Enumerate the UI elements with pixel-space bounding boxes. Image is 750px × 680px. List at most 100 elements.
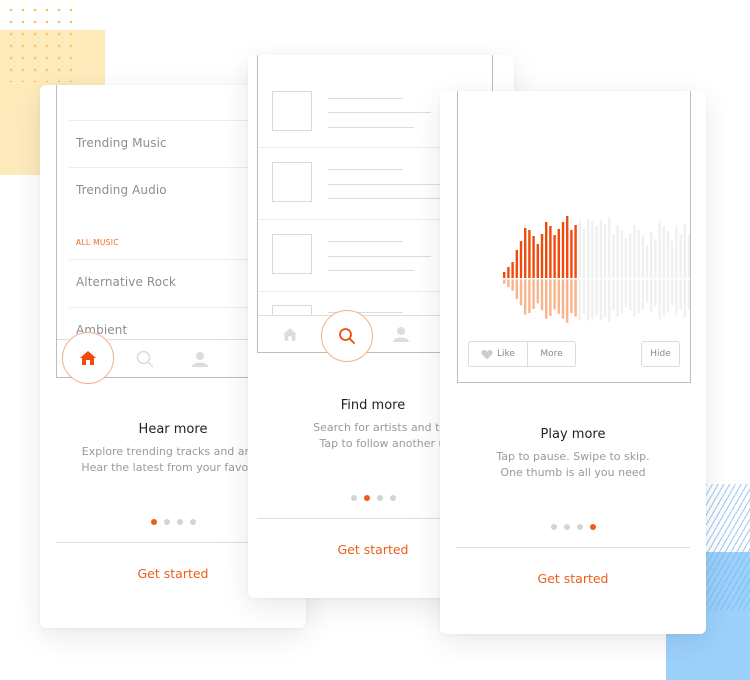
- waveform-bar: [679, 234, 682, 278]
- waveform-reflection-played: [566, 279, 569, 323]
- like-button[interactable]: Like: [468, 341, 528, 367]
- more-label: More: [540, 349, 563, 359]
- page-dot[interactable]: [550, 524, 557, 530]
- tab-profile[interactable]: [376, 316, 426, 352]
- waveform-bar: [599, 220, 602, 278]
- user-icon: [192, 351, 208, 367]
- page-dot-active[interactable]: [589, 524, 596, 530]
- page-dot[interactable]: [389, 495, 396, 501]
- waveform-bar-played: [553, 235, 556, 278]
- waveform-bar: [616, 225, 619, 278]
- page-dot[interactable]: [163, 519, 170, 525]
- waveform-reflection: [679, 279, 682, 311]
- waveform-reflection: [650, 279, 653, 312]
- list-item-alternative-rock[interactable]: Alternative Rock: [76, 275, 176, 289]
- tab-home[interactable]: [265, 316, 315, 352]
- list-item-trending-music[interactable]: Trending Music: [76, 136, 167, 150]
- waveform-bar-played: [574, 225, 577, 278]
- page-dot[interactable]: [376, 495, 383, 501]
- waveform-reflection-played: [561, 279, 565, 319]
- waveform-reflection-played: [570, 279, 573, 314]
- search-icon: [136, 350, 154, 367]
- heart-icon: [481, 349, 493, 359]
- waveform-reflection: [654, 279, 657, 307]
- waveform-reflection-played: [553, 279, 556, 310]
- waveform-bar: [666, 231, 670, 278]
- waveform-reflection: [587, 279, 590, 321]
- like-label: Like: [497, 349, 515, 359]
- waveform-bar: [641, 235, 644, 278]
- waveform-reflection-played: [524, 279, 527, 315]
- waveform-bar-played: [536, 244, 539, 278]
- waveform-reflection-played: [507, 279, 510, 288]
- waveform-bar: [603, 224, 607, 278]
- waveform-bar: [671, 241, 674, 278]
- placeholder-line: [328, 198, 448, 199]
- page-dot[interactable]: [189, 519, 196, 525]
- waveform-reflection: [591, 279, 594, 320]
- waveform-reflection: [637, 279, 640, 314]
- active-tab-highlight[interactable]: [62, 332, 114, 384]
- page-dot[interactable]: [576, 524, 583, 530]
- hide-label: Hide: [650, 349, 671, 359]
- waveform-bar: [629, 234, 632, 278]
- waveform-reflection: [608, 279, 611, 323]
- result-thumbnail[interactable]: [272, 162, 312, 202]
- tab-profile[interactable]: [175, 340, 225, 377]
- waveform-reflection: [578, 279, 581, 321]
- waveform-reflection: [599, 279, 602, 321]
- waveform-bar-played: [557, 229, 560, 278]
- waveform-reflection-played: [519, 279, 523, 306]
- more-button[interactable]: More: [527, 341, 576, 367]
- waveform-bar: [633, 225, 636, 278]
- waveform-bar-played: [570, 230, 573, 278]
- waveform-bar: [662, 226, 665, 278]
- waveform-bar-played: [528, 230, 531, 278]
- waveform-bar-played: [561, 222, 565, 278]
- page-dot-active[interactable]: [150, 519, 157, 525]
- waveform-reflection-played: [515, 279, 518, 300]
- waveform-reflection-played: [511, 279, 514, 291]
- waveform[interactable]: [458, 91, 691, 383]
- waveform-reflection: [641, 279, 644, 310]
- phone-screen-player: Like More Hide: [457, 91, 691, 383]
- waveform-reflection: [633, 279, 636, 317]
- waveform-bar-played: [519, 241, 523, 278]
- waveform-reflection-played: [545, 279, 548, 319]
- tab-search[interactable]: [120, 340, 170, 377]
- placeholder-line: [328, 270, 414, 271]
- placeholder-line: [328, 112, 431, 113]
- waveform-reflection: [645, 279, 649, 303]
- decorative-stripe-pattern: [706, 484, 750, 610]
- waveform-bar: [654, 239, 657, 278]
- waveform-reflection-played: [557, 279, 560, 314]
- waveform-bar: [624, 238, 628, 278]
- waveform-bar: [683, 224, 686, 278]
- waveform-reflection: [603, 279, 607, 318]
- active-tab-highlight[interactable]: [321, 310, 373, 362]
- card-description-line-1: Tap to pause. Swipe to skip.: [496, 450, 650, 463]
- waveform-reflection: [658, 279, 661, 320]
- waveform-bar: [658, 221, 661, 278]
- page-dot[interactable]: [350, 495, 357, 501]
- card-description-line-2: One thumb is all you need: [500, 466, 646, 479]
- waveform-bar-played: [524, 228, 527, 278]
- placeholder-line: [328, 169, 403, 170]
- waveform-bar: [612, 234, 615, 278]
- page-dot[interactable]: [176, 519, 183, 525]
- page-dot[interactable]: [563, 524, 570, 530]
- waveform-bar-played: [515, 250, 518, 278]
- hide-button[interactable]: Hide: [641, 341, 680, 367]
- waveform-reflection: [683, 279, 686, 318]
- result-thumbnail[interactable]: [272, 91, 312, 131]
- card-title: Play more: [540, 427, 606, 442]
- get-started-button[interactable]: Get started: [440, 571, 706, 586]
- waveform-reflection: [595, 279, 598, 316]
- list-item-trending-audio[interactable]: Trending Audio: [76, 183, 167, 197]
- user-icon: [393, 327, 409, 342]
- placeholder-line: [328, 241, 403, 242]
- result-thumbnail[interactable]: [272, 234, 312, 274]
- waveform-reflection: [582, 279, 586, 314]
- waveform-reflection: [666, 279, 670, 313]
- page-dot-active[interactable]: [363, 495, 370, 501]
